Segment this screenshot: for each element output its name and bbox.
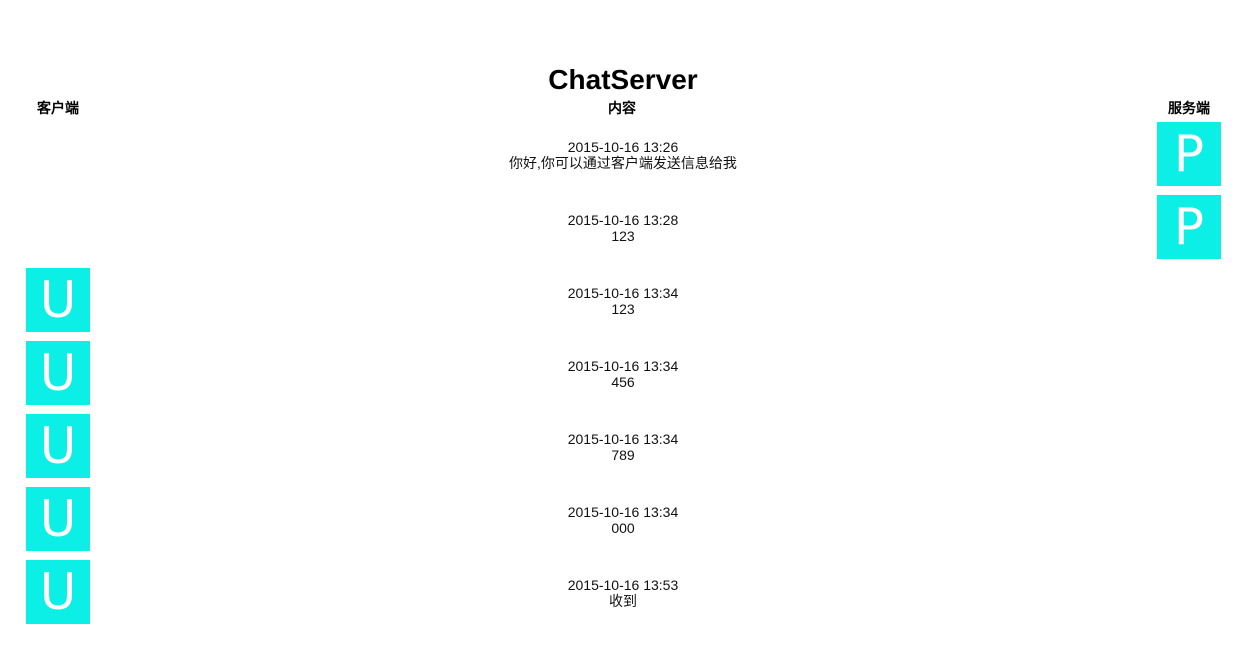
message-text: 123 bbox=[611, 301, 635, 317]
message-time: 2015-10-16 13:26 bbox=[567, 139, 679, 155]
page-title: ChatServer bbox=[548, 63, 698, 95]
message-content: 2015-10-16 13:28 123 bbox=[423, 212, 823, 244]
message-content: 2015-10-16 13:34 789 bbox=[423, 431, 823, 463]
message-text: 000 bbox=[611, 520, 635, 536]
message-list: P 2015-10-16 13:26 你好,你可以通过客户端发送信息给我 P 2… bbox=[0, 122, 1248, 633]
message-time: 2015-10-16 13:28 bbox=[567, 212, 679, 228]
client-avatar: U bbox=[26, 341, 90, 405]
message-row: U 2015-10-16 13:34 789 bbox=[0, 414, 1248, 487]
message-row: U 2015-10-16 13:34 123 bbox=[0, 268, 1248, 341]
message-row: P 2015-10-16 13:28 123 bbox=[0, 195, 1248, 268]
message-text: 你好,你可以通过客户端发送信息给我 bbox=[509, 155, 737, 171]
client-avatar: U bbox=[26, 560, 90, 624]
message-row: U 2015-10-16 13:34 000 bbox=[0, 487, 1248, 560]
message-content: 2015-10-16 13:34 000 bbox=[423, 504, 823, 536]
server-avatar: P bbox=[1157, 195, 1221, 259]
message-content: 2015-10-16 13:26 你好,你可以通过客户端发送信息给我 bbox=[423, 139, 823, 171]
message-text: 456 bbox=[611, 374, 635, 390]
message-content: 2015-10-16 13:34 123 bbox=[423, 285, 823, 317]
client-avatar: U bbox=[26, 268, 90, 332]
message-text: 123 bbox=[611, 228, 635, 244]
client-avatar: U bbox=[26, 414, 90, 478]
message-time: 2015-10-16 13:34 bbox=[567, 431, 679, 447]
column-header-client: 客户端 bbox=[37, 100, 79, 116]
message-time: 2015-10-16 13:34 bbox=[567, 358, 679, 374]
message-row: P 2015-10-16 13:26 你好,你可以通过客户端发送信息给我 bbox=[0, 122, 1248, 195]
message-content: 2015-10-16 13:53 收到 bbox=[423, 577, 823, 609]
message-text: 789 bbox=[611, 447, 635, 463]
message-time: 2015-10-16 13:53 bbox=[567, 577, 679, 593]
message-time: 2015-10-16 13:34 bbox=[567, 285, 679, 301]
column-header-content: 内容 bbox=[608, 100, 636, 116]
message-text: 收到 bbox=[609, 593, 637, 609]
column-header-server: 服务端 bbox=[1168, 100, 1210, 116]
message-row: U 2015-10-16 13:34 456 bbox=[0, 341, 1248, 414]
server-avatar: P bbox=[1157, 122, 1221, 186]
message-time: 2015-10-16 13:34 bbox=[567, 504, 679, 520]
message-content: 2015-10-16 13:34 456 bbox=[423, 358, 823, 390]
message-row: U 2015-10-16 13:53 收到 bbox=[0, 560, 1248, 633]
client-avatar: U bbox=[26, 487, 90, 551]
